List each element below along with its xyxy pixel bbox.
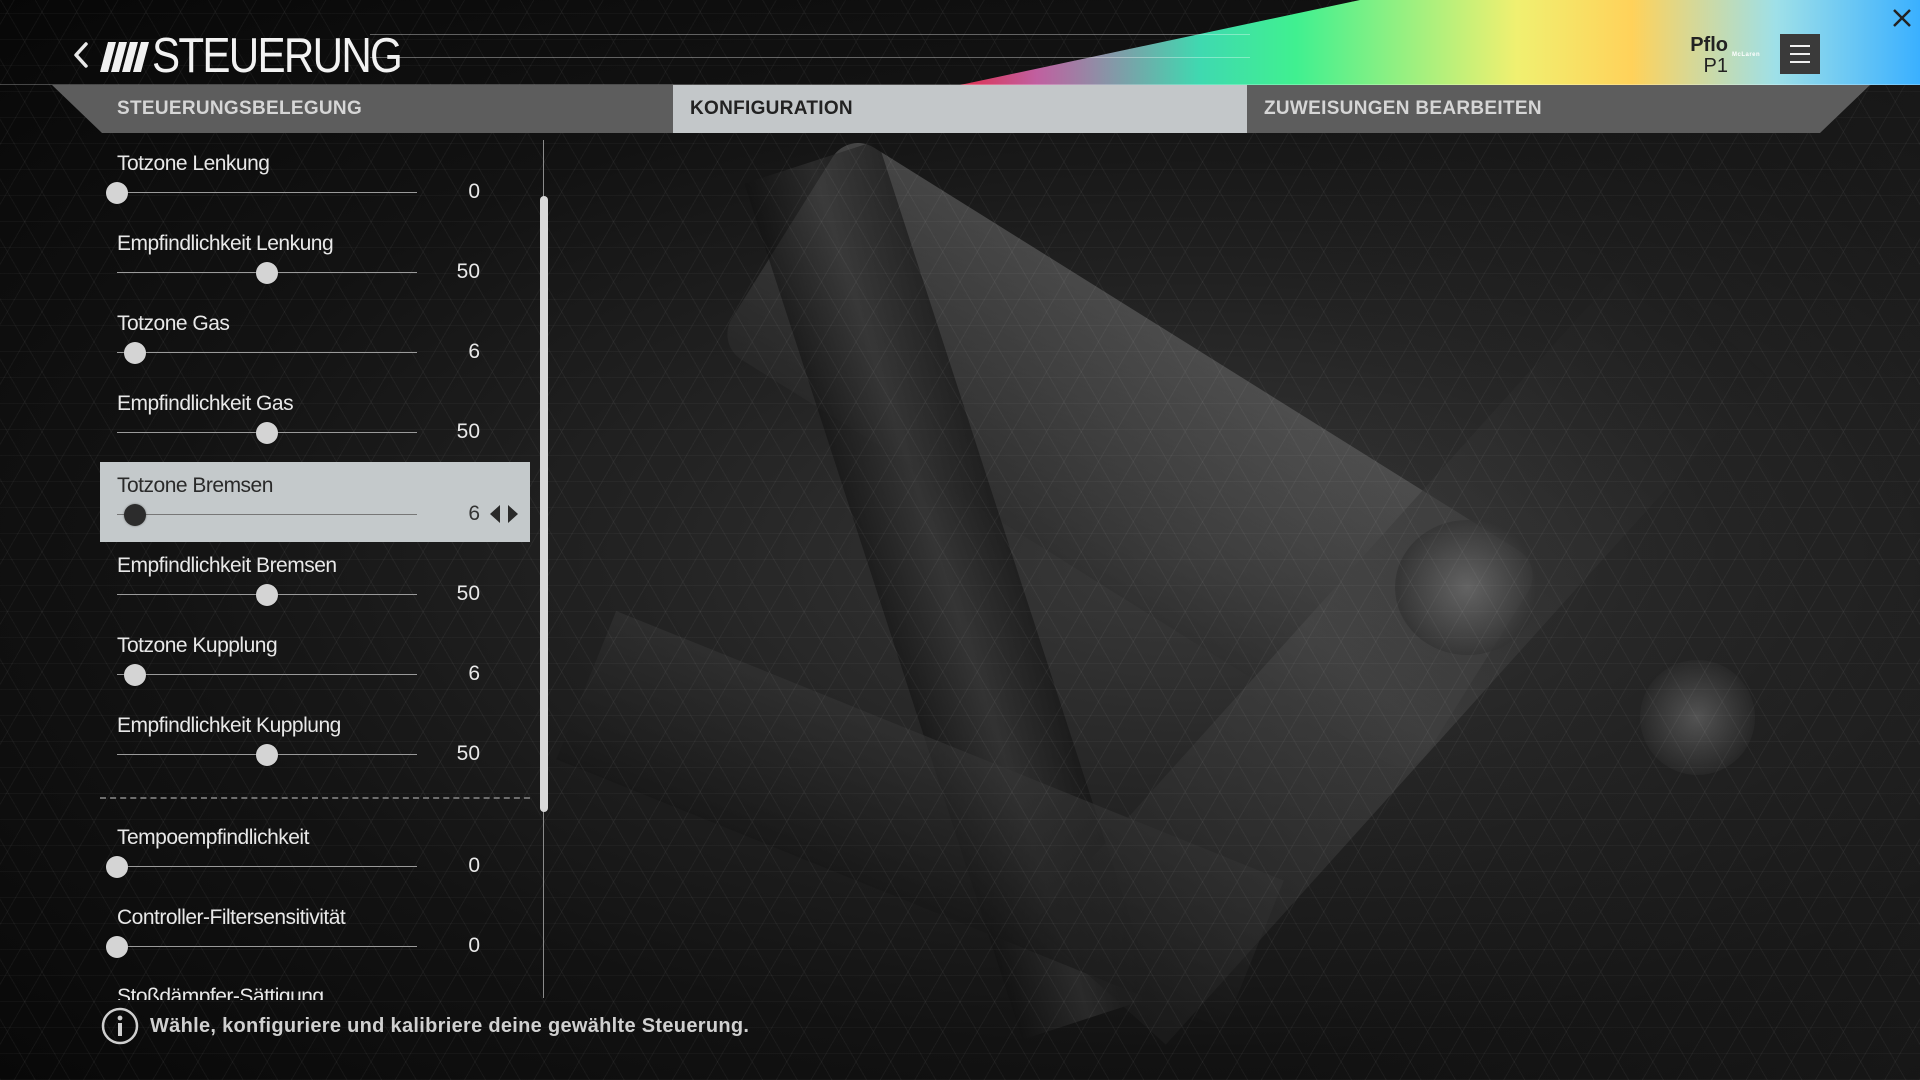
slider-track[interactable] — [117, 946, 417, 947]
back-button[interactable] — [66, 38, 96, 72]
setting-row[interactable]: Empfindlichkeit Gas 50 — [100, 380, 530, 460]
chevron-left-icon — [74, 42, 88, 68]
setting-value: 50 — [456, 582, 480, 605]
arrow-left-icon[interactable] — [490, 505, 500, 523]
slider-knob[interactable] — [256, 744, 278, 766]
setting-value: 0 — [468, 934, 480, 957]
slider-knob[interactable] — [256, 422, 278, 444]
settings-list: Stoßdämpfer-Sättigung Totzone Lenkung 0 Em… — [100, 140, 532, 1000]
tab-bar: STEUERUNGSBELEGUNG KONFIGURATION ZUWEISU… — [52, 85, 1870, 133]
slider-track[interactable] — [117, 866, 417, 867]
tab-zuweisungen-bearbeiten[interactable]: ZUWEISUNGEN BEARBEITEN — [1264, 85, 1764, 133]
slider-knob[interactable] — [256, 584, 278, 606]
setting-value: 6 — [468, 340, 480, 363]
slider-knob[interactable] — [124, 664, 146, 686]
arrow-right-icon[interactable] — [508, 505, 518, 523]
setting-row[interactable]: Controller-Filtersensitivität 0 — [100, 894, 530, 974]
setting-row[interactable]: Empfindlichkeit Bremsen 50 — [100, 542, 530, 622]
setting-value: 50 — [456, 742, 480, 765]
slider-knob[interactable] — [106, 182, 128, 204]
page-title: STEUERUNG — [152, 29, 403, 83]
setting-row[interactable]: Tempoempfindlichkeit 0 — [100, 814, 530, 894]
scrollbar-thumb[interactable] — [540, 196, 548, 812]
setting-row[interactable]: Empfindlichkeit Lenkung 50 — [100, 220, 530, 300]
tab-steuerungsbelegung[interactable]: STEUERUNGSBELEGUNG — [117, 85, 677, 133]
setting-label: Totzone Kupplung — [117, 634, 278, 657]
manufacturer-logo: McLaren — [1732, 52, 1761, 58]
setting-label: Totzone Gas — [117, 312, 230, 335]
footer-hint-text: Wähle, konfiguriere und kalibriere deine… — [150, 1014, 750, 1037]
user-rank: P1 — [1703, 55, 1728, 77]
tab-konfiguration[interactable]: KONFIGURATION — [673, 85, 1247, 133]
slider-knob[interactable] — [124, 504, 146, 526]
setting-label: Empfindlichkeit Bremsen — [117, 554, 337, 577]
info-icon — [101, 1007, 139, 1045]
game-logo-icon — [100, 42, 149, 72]
setting-label: Empfindlichkeit Kupplung — [117, 714, 341, 737]
slider-track[interactable] — [117, 514, 417, 515]
footer-hint: Wähle, konfiguriere und kalibriere deine… — [100, 1006, 749, 1046]
setting-label: Tempoempfindlichkeit — [117, 826, 309, 849]
header-title-lines — [370, 34, 1250, 58]
user-profile: Pflo P1 — [1670, 34, 1728, 78]
slider-knob[interactable] — [106, 856, 128, 878]
section-divider — [100, 797, 530, 799]
setting-label: Empfindlichkeit Lenkung — [117, 232, 334, 255]
slider-track[interactable] — [117, 192, 417, 193]
setting-value: 50 — [456, 420, 480, 443]
setting-label-partial: Stoßdämpfer-Sättigung — [117, 985, 324, 1000]
setting-value: 6 — [468, 502, 480, 525]
setting-row[interactable]: Empfindlichkeit Kupplung 50 — [100, 702, 530, 782]
slider-knob[interactable] — [106, 936, 128, 958]
setting-row[interactable]: Totzone Bremsen 6 — [100, 462, 530, 542]
slider-track[interactable] — [117, 674, 417, 675]
slider-knob[interactable] — [256, 262, 278, 284]
user-name: Pflo — [1690, 34, 1728, 56]
setting-row[interactable]: Totzone Lenkung 0 — [100, 140, 530, 220]
slider-knob[interactable] — [124, 342, 146, 364]
setting-value: 0 — [468, 854, 480, 877]
menu-button[interactable] — [1780, 34, 1820, 74]
setting-label: Empfindlichkeit Gas — [117, 392, 294, 415]
close-icon[interactable] — [1888, 4, 1916, 32]
setting-value: 6 — [468, 662, 480, 685]
value-stepper — [490, 505, 524, 525]
setting-row[interactable]: Totzone Gas 6 — [100, 300, 530, 380]
setting-label: Totzone Lenkung — [117, 152, 270, 175]
hamburger-menu-icon — [1790, 45, 1810, 47]
setting-label: Totzone Bremsen — [117, 474, 273, 497]
setting-row[interactable]: Totzone Kupplung 6 — [100, 622, 530, 702]
setting-value: 50 — [456, 260, 480, 283]
setting-label: Controller-Filtersensitivität — [117, 906, 346, 929]
setting-value: 0 — [468, 180, 480, 203]
slider-track[interactable] — [117, 352, 417, 353]
